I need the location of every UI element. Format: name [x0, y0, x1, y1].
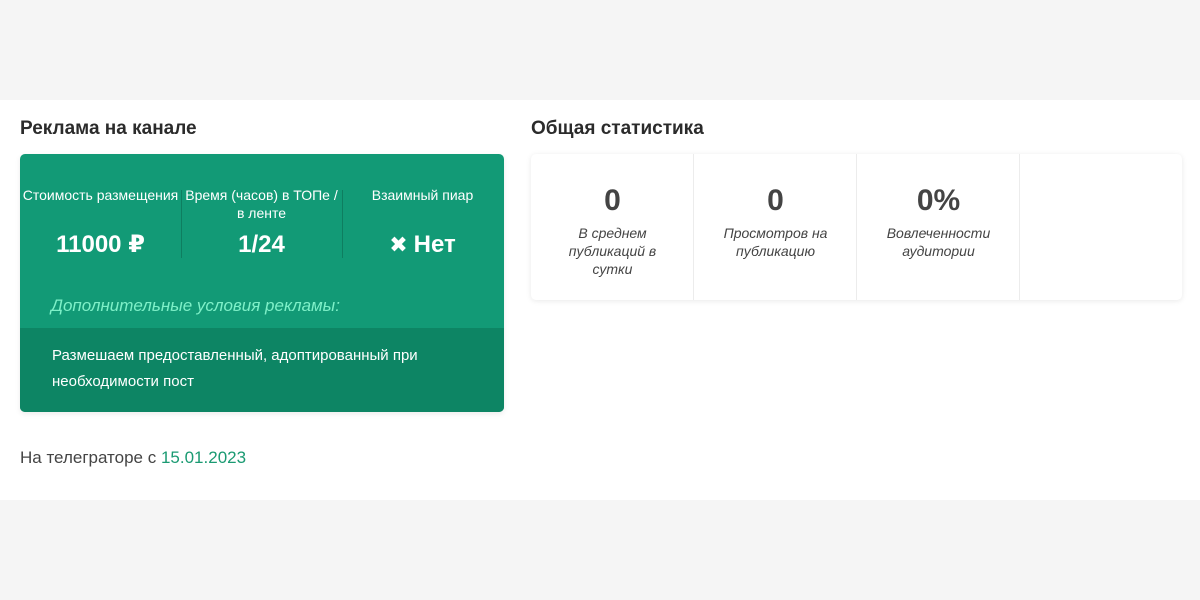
ad-mutual-value: Нет	[413, 231, 456, 258]
close-icon: ✖	[389, 232, 408, 257]
stat-posts-per-day: 0 В среднем публикаций в сутки	[531, 154, 694, 300]
ad-price-value: 11000 ₽	[56, 231, 145, 258]
stat-value: 0	[767, 184, 784, 217]
stat-empty-slot	[1020, 154, 1182, 300]
registration-date: На телеграторе с 15.01.2023	[20, 447, 246, 469]
ad-mutual-value-wrap: ✖ Нет	[342, 231, 503, 259]
ad-mutual-label: Взаимный пиар	[371, 187, 474, 203]
ad-metrics: Стоимость размещения 11000 ₽ Время (часо…	[20, 186, 504, 266]
channel-info-panel: Реклама на канале Стоимость размещения 1…	[0, 100, 1200, 500]
stat-engagement: 0% Вовлеченности аудитории	[857, 154, 1020, 300]
stats-section-title: Общая статистика	[531, 118, 704, 139]
ad-price-label: Стоимость размещения	[22, 187, 179, 203]
stat-label: Просмотров на публикацию	[723, 225, 828, 259]
registration-prefix: На телеграторе с	[20, 448, 157, 467]
stat-value: 0	[604, 184, 621, 217]
ad-conditions-card: Стоимость размещения 11000 ₽ Время (часо…	[20, 154, 504, 412]
ad-mutual-pr: Взаимный пиар ✖ Нет	[342, 186, 503, 266]
stat-label: Вовлеченности аудитории	[886, 225, 991, 259]
ad-time-value: 1/24	[238, 231, 285, 258]
stat-views-per-post: 0 Просмотров на публикацию	[694, 154, 857, 300]
ad-time: Время (часов) в ТОПе / в ленте 1/24	[181, 186, 342, 266]
ad-extra-conditions-title: Дополнительные условия рекламы:	[51, 296, 340, 315]
registration-date-value: 15.01.2023	[160, 448, 247, 467]
ad-extra-conditions-body: Размешаем предоставленный, адоптированны…	[20, 328, 504, 412]
ad-extra-conditions-text: Размешаем предоставленный, адоптированны…	[52, 347, 418, 390]
ad-section-title: Реклама на канале	[20, 118, 197, 139]
stat-value: 0%	[916, 184, 961, 217]
ad-price: Стоимость размещения 11000 ₽	[20, 186, 181, 266]
stats-card: 0 В среднем публикаций в сутки 0 Просмот…	[531, 154, 1182, 300]
stat-label: В среднем публикаций в сутки	[568, 225, 657, 277]
ad-time-label: Время (часов) в ТОПе / в ленте	[185, 187, 338, 221]
